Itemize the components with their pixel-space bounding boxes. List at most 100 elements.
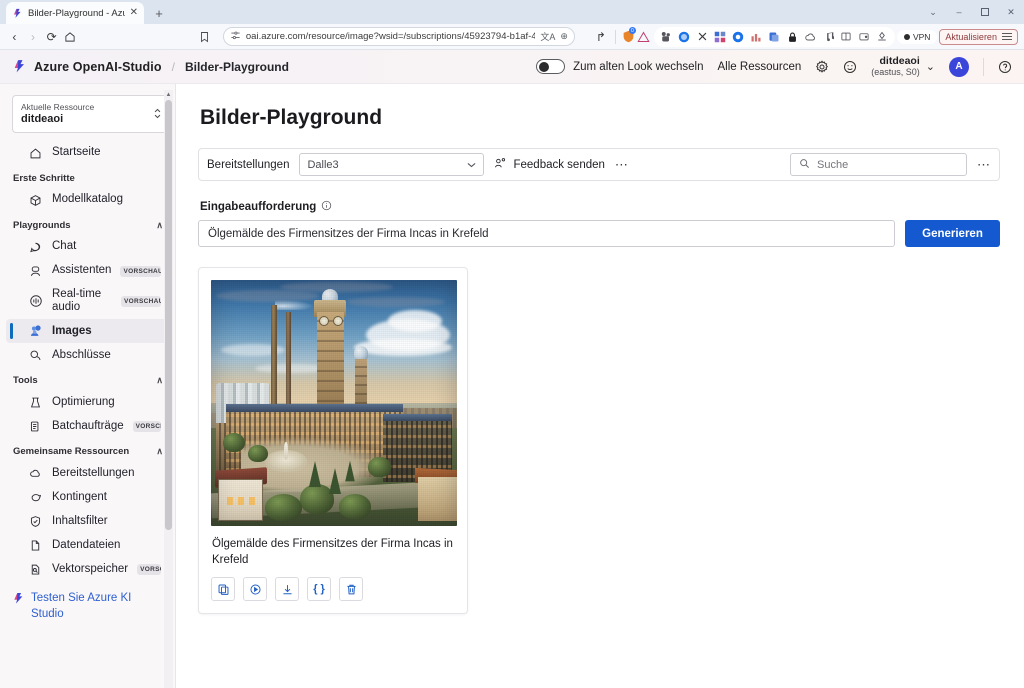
generate-button[interactable]: Generieren bbox=[905, 220, 1000, 247]
forward-icon[interactable]: › bbox=[25, 26, 42, 48]
toggle-switch[interactable] bbox=[536, 59, 565, 74]
vpn-button[interactable]: VPN bbox=[897, 30, 937, 44]
share-icon[interactable]: ↱ bbox=[593, 26, 610, 48]
browser-sync-icon[interactable] bbox=[677, 29, 692, 44]
assistant-bot-icon bbox=[28, 265, 43, 278]
collections-icon[interactable] bbox=[875, 29, 890, 44]
sidebar-item-chat[interactable]: Chat bbox=[6, 235, 169, 259]
delete-button[interactable] bbox=[339, 577, 363, 601]
sidebar-item-images[interactable]: Images bbox=[6, 319, 169, 343]
chevron-down-icon[interactable] bbox=[467, 160, 476, 170]
deployment-select[interactable]: Dalle3 bbox=[299, 153, 484, 176]
browser-menu-icon[interactable] bbox=[1002, 33, 1012, 41]
chevron-up-icon[interactable]: ∧ bbox=[156, 375, 163, 386]
chevron-up-icon[interactable]: ∧ bbox=[156, 446, 163, 457]
music-note-icon[interactable] bbox=[821, 29, 836, 44]
deployments-label: Bereitstellungen bbox=[207, 159, 289, 171]
vpn-label: VPN bbox=[913, 32, 930, 42]
toolbar-more-button[interactable]: ⋯ bbox=[615, 161, 629, 169]
generated-image[interactable] bbox=[211, 280, 457, 526]
piggy-bank-icon bbox=[28, 491, 43, 504]
home-icon[interactable] bbox=[62, 26, 79, 48]
toolbar-right: Suche ⋯ bbox=[790, 153, 991, 176]
prompt-input[interactable]: Ölgemälde des Firmensitzes der Firma Inc… bbox=[198, 220, 895, 247]
sidebar-item-modellkatalog[interactable]: Modellkatalog bbox=[6, 188, 169, 212]
sidebar: Aktuelle Ressource ditdeaoi Startseite E… bbox=[0, 84, 176, 688]
all-resources-link[interactable]: Alle Ressourcen bbox=[718, 61, 802, 73]
sidebar-section-gemeinsame-ressourcen[interactable]: Gemeinsame Ressourcen ∧ bbox=[0, 438, 175, 461]
avatar[interactable]: A bbox=[949, 57, 969, 77]
update-browser-button[interactable]: Aktualisieren bbox=[939, 29, 1018, 45]
minimize-button[interactable]: – bbox=[946, 0, 972, 24]
question-circle-icon[interactable] bbox=[998, 60, 1012, 74]
chevron-down-icon[interactable]: ⌄ bbox=[926, 60, 935, 73]
sidebar-item-datendateien[interactable]: Datendateien bbox=[6, 533, 169, 557]
brand[interactable]: Azure OpenAI-Studio bbox=[12, 59, 162, 74]
chart-bars-icon[interactable] bbox=[749, 29, 764, 44]
chevron-updown-icon[interactable] bbox=[153, 107, 162, 122]
translate-icon[interactable]: 文A bbox=[540, 30, 555, 43]
clock-face bbox=[319, 316, 329, 326]
sidebar-item-assistenten[interactable]: Assistenten VORSCHAU bbox=[6, 259, 169, 283]
split-pane-icon[interactable] bbox=[839, 29, 854, 44]
sidebar-section-tools[interactable]: Tools ∧ bbox=[0, 367, 175, 390]
smiley-icon[interactable] bbox=[843, 60, 857, 74]
sidebar-item-inhaltsfilter[interactable]: Inhaltsfilter bbox=[6, 509, 169, 533]
send-feedback-button[interactable]: Feedback senden bbox=[494, 157, 604, 173]
sidebar-item-bereitstellungen[interactable]: Bereitstellungen bbox=[6, 461, 169, 485]
try-azure-ai-studio-link[interactable]: Testen Sie Azure KI Studio bbox=[0, 581, 175, 622]
scrollbar-thumb[interactable] bbox=[165, 100, 172, 530]
bookmark-icon[interactable] bbox=[196, 26, 213, 48]
old-look-toggle[interactable]: Zum alten Look wechseln bbox=[536, 59, 703, 74]
download-button[interactable] bbox=[275, 577, 299, 601]
sidebar-scrollbar[interactable]: ▲ ▼ bbox=[164, 90, 173, 688]
breadcrumb-separator: / bbox=[172, 60, 175, 74]
sidebar-item-label: Inhaltsfilter bbox=[52, 515, 108, 528]
cloud-outline-icon[interactable] bbox=[803, 29, 818, 44]
zoom-icon[interactable]: ⊕ bbox=[560, 31, 568, 42]
account-info[interactable]: ditdeaoi (eastus, S0) bbox=[871, 55, 920, 77]
sidebar-item-optimierung[interactable]: Optimierung bbox=[6, 390, 169, 414]
sidebar-item-kontingent[interactable]: Kontingent bbox=[6, 485, 169, 509]
search-input[interactable]: Suche bbox=[790, 153, 967, 176]
sidebar-item-vektorspeicher[interactable]: Vektorspeicher VORSCHA bbox=[6, 557, 169, 581]
adblock-shield-icon[interactable]: 0 bbox=[622, 29, 635, 44]
regenerate-button[interactable] bbox=[243, 577, 267, 601]
toolbar-overflow-button[interactable]: ⋯ bbox=[977, 161, 991, 169]
circle-o-icon[interactable] bbox=[731, 29, 746, 44]
close-window-button[interactable]: ✕ bbox=[998, 0, 1024, 24]
close-x-icon[interactable] bbox=[695, 29, 710, 44]
gear-icon[interactable] bbox=[815, 60, 829, 74]
puzzle-extension-icon[interactable] bbox=[659, 29, 674, 44]
warning-triangle-icon[interactable] bbox=[637, 29, 650, 44]
site-settings-icon[interactable] bbox=[230, 30, 241, 43]
sidebar-item-real-time-audio[interactable]: Real-time audio VORSCHAU bbox=[6, 283, 169, 319]
sidebar-section-playgrounds[interactable]: Playgrounds ∧ bbox=[0, 212, 175, 235]
sidebar-item-abschluesse[interactable]: Abschlüsse bbox=[6, 343, 169, 367]
tab-search-icon[interactable]: ⌄ bbox=[920, 0, 946, 24]
scroll-up-arrow-icon[interactable]: ▲ bbox=[164, 90, 173, 99]
reload-icon[interactable]: ⟳ bbox=[43, 26, 60, 48]
copy-button[interactable] bbox=[211, 577, 235, 601]
lock-icon[interactable] bbox=[785, 29, 800, 44]
window bbox=[238, 497, 244, 505]
sidebar-item-batchauftraege[interactable]: Batchaufträge VORSCHAL bbox=[6, 414, 169, 438]
view-json-button[interactable]: { } bbox=[307, 577, 331, 601]
browser-tab[interactable]: Bilder-Playground - Azure Ope ✕ bbox=[6, 2, 144, 24]
wallet-icon[interactable] bbox=[857, 29, 872, 44]
grid-apps-icon[interactable] bbox=[713, 29, 728, 44]
chevron-up-icon[interactable]: ∧ bbox=[156, 220, 163, 231]
tab-close-icon[interactable]: ✕ bbox=[130, 8, 138, 18]
resource-picker[interactable]: Aktuelle Ressource ditdeaoi bbox=[12, 95, 171, 133]
new-tab-button[interactable]: + bbox=[148, 2, 170, 24]
tree bbox=[223, 433, 245, 453]
info-circle-icon[interactable] bbox=[321, 200, 332, 214]
address-bar[interactable]: oai.azure.com/resource/image?wsid=/subsc… bbox=[223, 27, 575, 46]
clipboard-copy-icon[interactable] bbox=[767, 29, 782, 44]
completions-icon bbox=[28, 349, 43, 362]
maximize-button[interactable] bbox=[972, 0, 998, 24]
sidebar-item-startseite[interactable]: Startseite bbox=[6, 141, 169, 165]
tree bbox=[265, 494, 302, 521]
back-icon[interactable]: ‹ bbox=[6, 26, 23, 48]
tree bbox=[248, 445, 268, 462]
